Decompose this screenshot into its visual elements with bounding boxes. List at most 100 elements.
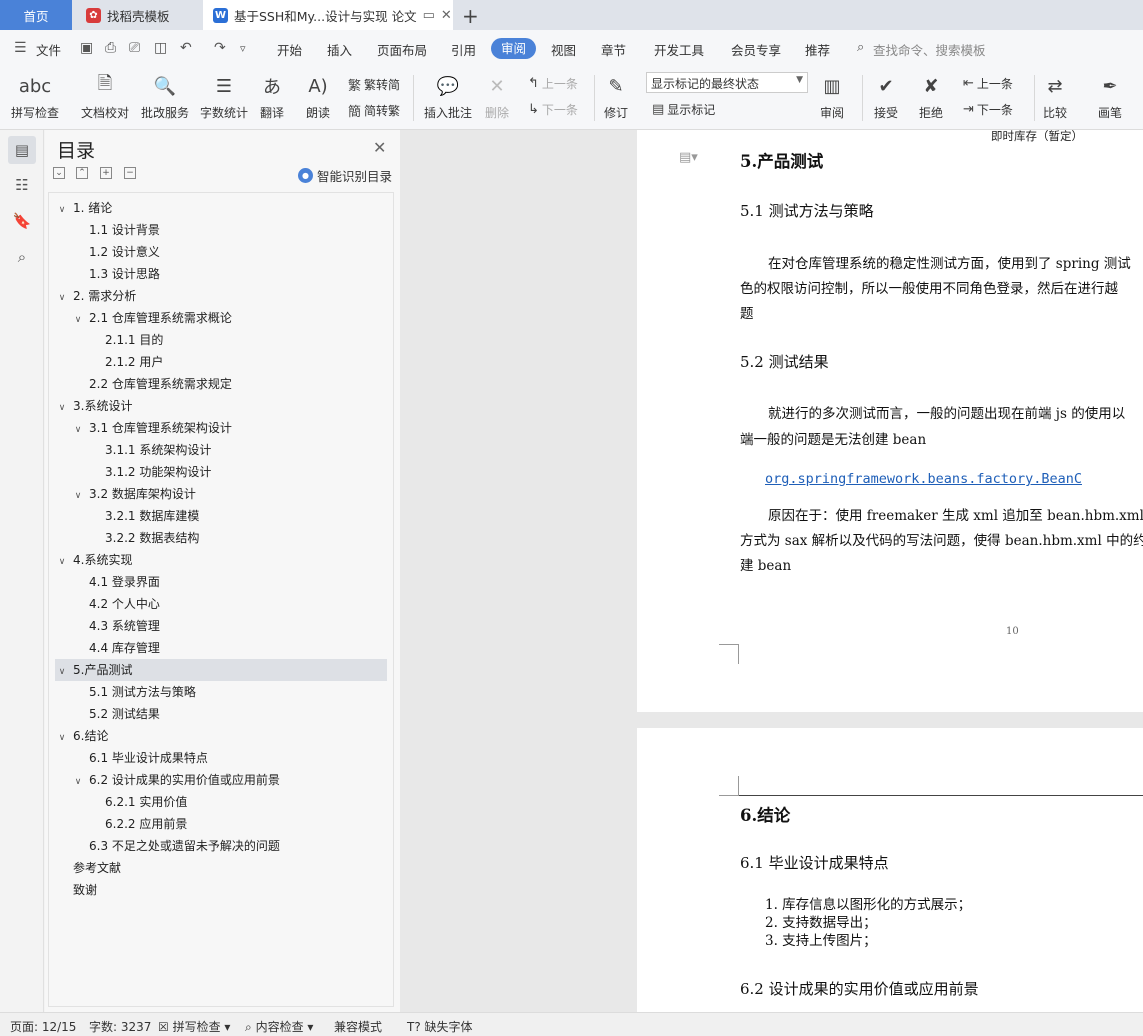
expand-up-icon[interactable]: ⌃ [76, 167, 88, 179]
export-pdf-icon[interactable]: ⎙ [105, 40, 116, 56]
chevron-down-icon[interactable]: ∨ [55, 551, 69, 573]
chevron-down-icon[interactable]: ∨ [71, 485, 85, 507]
remove-heading-icon[interactable]: − [124, 167, 136, 179]
menu-review[interactable]: 审阅 [491, 38, 537, 59]
tab-document[interactable]: W 基于SSH和My...设计与实现 论文 ▭ ✕ [203, 0, 453, 30]
chevron-down-icon[interactable]: ∨ [55, 397, 69, 419]
toc-item[interactable]: 3.1.2 功能架构设计 [55, 461, 387, 483]
navigation-icon[interactable]: ☷ [8, 171, 36, 199]
new-tab-button[interactable]: + [462, 4, 479, 28]
code-link[interactable]: org.springframework.beans.factory.BeanC [765, 471, 1082, 487]
menu-page-layout[interactable]: 页面布局 [377, 40, 427, 59]
document-canvas[interactable]: 即时库存（暂定） ▤▾ 5.产品测试 5.1 测试方法与策略 在对仓库管理系统的… [400, 130, 1143, 1012]
tab-template[interactable]: ✿ 找稻壳模板 [74, 0, 202, 30]
simp-to-trad-button[interactable]: 簡简转繁 [348, 101, 400, 120]
read-aloud-button[interactable]: A) 朗读 [304, 71, 332, 121]
show-markup-button[interactable]: ▤ 显示标记 [652, 101, 715, 118]
doc-check-button[interactable]: 🗎 文档校对 [81, 71, 129, 121]
chevron-down-icon[interactable]: ∨ [71, 771, 85, 793]
toc-item[interactable]: ∨ 6.2 设计成果的实用价值或应用前景 [55, 769, 387, 791]
toc-item[interactable]: ∨ 1. 绪论 [55, 197, 387, 219]
toc-item[interactable]: 6.2.2 应用前景 [55, 813, 387, 835]
spell-check-button[interactable]: abc 拼写检查 [11, 71, 59, 121]
toc-item[interactable]: ∨ 2.1 仓库管理系统需求概论 [55, 307, 387, 329]
menu-file[interactable]: 文件 [36, 40, 61, 59]
missing-font-button[interactable]: T? 缺失字体 [407, 1018, 473, 1035]
tab-home[interactable]: 首页 [0, 0, 72, 30]
menu-start[interactable]: 开始 [277, 40, 302, 59]
track-changes-button[interactable]: ✎ 修订 [602, 71, 630, 121]
chevron-down-icon[interactable]: ∨ [71, 419, 85, 441]
command-search[interactable]: 查找命令、搜索模板 [873, 40, 986, 59]
next-comment-button[interactable]: ↳ 下一条 [528, 101, 578, 118]
find-icon[interactable]: ⌕ [8, 243, 36, 271]
review-service-button[interactable]: 🔍 批改服务 [141, 71, 189, 121]
translate-button[interactable]: あ 翻译 [258, 71, 286, 121]
toc-item[interactable]: ∨ 2. 需求分析 [55, 285, 387, 307]
toc-item[interactable]: ∨ 4.系统实现 [55, 549, 387, 571]
toc-item[interactable]: 4.1 登录界面 [55, 571, 387, 593]
toc-item[interactable]: 2.1.1 目的 [55, 329, 387, 351]
menu-member[interactable]: 会员专享 [731, 40, 781, 59]
toc-item[interactable]: 6.1 毕业设计成果特点 [55, 747, 387, 769]
smart-toc-button[interactable]: ● 智能识别目录 [298, 166, 392, 185]
status-content-check[interactable]: ⌕ 内容检查 ▾ [245, 1018, 313, 1035]
prev-change-button[interactable]: ⇤ 上一条 [963, 75, 1013, 92]
tab-monitor-icon[interactable]: ▭ [423, 8, 435, 23]
reject-button[interactable]: ✘ 拒绝 [917, 71, 945, 121]
toc-item[interactable]: 3.2.2 数据表结构 [55, 527, 387, 549]
menu-dev-tools[interactable]: 开发工具 [654, 40, 704, 59]
toc-item[interactable]: 3.2.1 数据库建模 [55, 505, 387, 527]
tab-close-icon[interactable]: ✕ [441, 8, 452, 23]
toc-item[interactable]: ∨ 3.2 数据库架构设计 [55, 483, 387, 505]
chevron-down-icon[interactable]: ∨ [55, 287, 69, 309]
toc-item[interactable]: 致谢 [55, 879, 387, 901]
toc-item[interactable]: 2.2 仓库管理系统需求规定 [55, 373, 387, 395]
menu-reference[interactable]: 引用 [451, 40, 476, 59]
insert-comment-button[interactable]: 💬 插入批注 [424, 71, 472, 121]
next-change-button[interactable]: ⇥ 下一条 [963, 101, 1013, 118]
toc-item[interactable]: ∨ 3.系统设计 [55, 395, 387, 417]
markup-state-select[interactable]: 显示标记的最终状态 ▼ [646, 72, 808, 93]
toc-item[interactable]: 4.3 系统管理 [55, 615, 387, 637]
toc-item[interactable]: 4.2 个人中心 [55, 593, 387, 615]
toc-item[interactable]: 5.1 测试方法与策略 [55, 681, 387, 703]
toc-panel-icon[interactable]: ▤ [8, 136, 36, 164]
toc-item[interactable]: ∨ 3.1 仓库管理系统架构设计 [55, 417, 387, 439]
toc-item[interactable]: 2.1.2 用户 [55, 351, 387, 373]
toc-item[interactable]: 1.3 设计思路 [55, 263, 387, 285]
toc-item[interactable]: ∨ 5.产品测试 [55, 659, 387, 681]
close-icon[interactable]: ✕ [373, 138, 386, 157]
document-page[interactable]: 即时库存（暂定） ▤▾ 5.产品测试 5.1 测试方法与策略 在对仓库管理系统的… [637, 130, 1143, 712]
word-count-indicator[interactable]: 字数: 3237 [89, 1018, 151, 1035]
chevron-down-icon[interactable]: ∨ [55, 199, 69, 221]
add-heading-icon[interactable]: + [100, 167, 112, 179]
word-count-button[interactable]: ☰ 字数统计 [200, 71, 248, 121]
pen-button[interactable]: ✒ 画笔 [1096, 71, 1124, 121]
chevron-down-icon[interactable]: ∨ [55, 727, 69, 749]
toc-item[interactable]: 参考文献 [55, 857, 387, 879]
chevron-down-icon[interactable]: ∨ [71, 309, 85, 331]
status-spell-check[interactable]: ☒ 拼写检查 ▾ [158, 1018, 230, 1035]
undo-icon[interactable]: ↶ [180, 40, 192, 56]
print-icon[interactable]: ⎚ [129, 40, 140, 56]
trad-to-simp-button[interactable]: 繁繁转简 [348, 75, 400, 94]
delete-comment-button[interactable]: ✕ 删除 [483, 71, 511, 121]
toc-item[interactable]: 5.2 测试结果 [55, 703, 387, 725]
toc-item[interactable]: 4.4 库存管理 [55, 637, 387, 659]
toc-item[interactable]: 6.2.1 实用价值 [55, 791, 387, 813]
save-icon[interactable]: ▣ [80, 40, 93, 56]
toc-item[interactable]: 1.2 设计意义 [55, 241, 387, 263]
page-indicator[interactable]: 页面: 12/15 [10, 1018, 76, 1035]
prev-comment-button[interactable]: ↰ 上一条 [528, 75, 578, 92]
toc-item[interactable]: ∨ 6.结论 [55, 725, 387, 747]
hamburger-icon[interactable]: ☰ [14, 40, 27, 56]
menu-insert[interactable]: 插入 [327, 40, 352, 59]
toc-item[interactable]: 1.1 设计背景 [55, 219, 387, 241]
toc-item[interactable]: 3.1.1 系统架构设计 [55, 439, 387, 461]
quick-access-dropdown-icon[interactable]: ▿ [240, 42, 246, 55]
collapse-all-icon[interactable]: ⌄ [53, 167, 65, 179]
print-preview-icon[interactable]: ◫ [154, 40, 167, 56]
bookmark-icon[interactable]: 🔖 [8, 207, 36, 235]
toc-item[interactable]: 6.3 不足之处或遗留未予解决的问题 [55, 835, 387, 857]
